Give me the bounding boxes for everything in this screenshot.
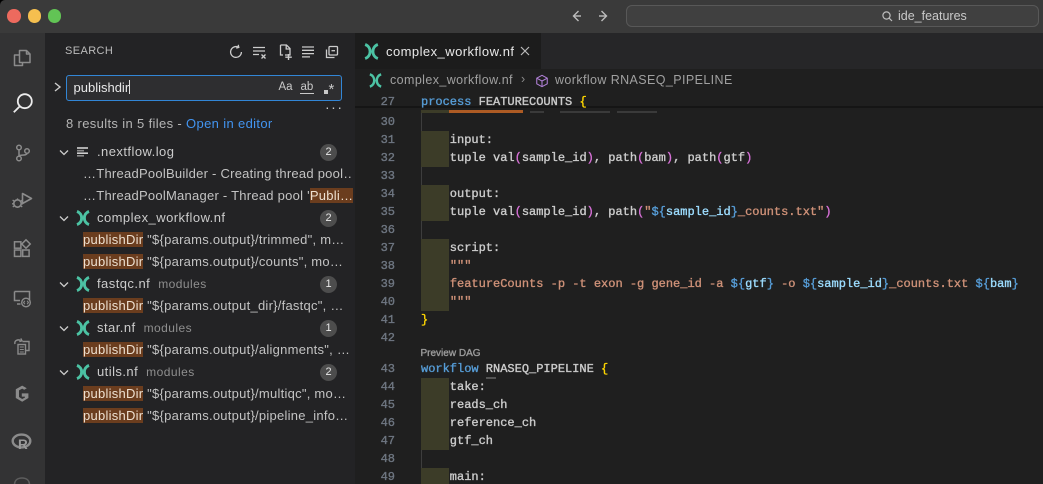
svg-text:R: R bbox=[18, 437, 28, 452]
